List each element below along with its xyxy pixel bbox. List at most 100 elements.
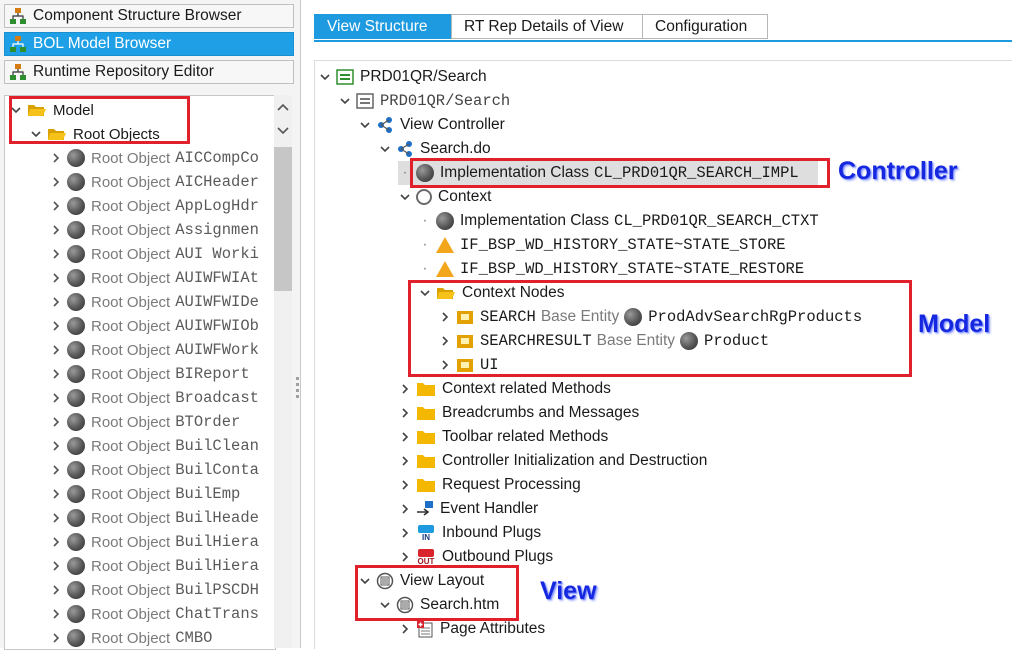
chevron-down-icon[interactable] bbox=[338, 94, 352, 108]
chevron-right-icon[interactable] bbox=[49, 511, 63, 525]
splitter-grip[interactable] bbox=[296, 389, 299, 392]
tab-label: View Structure bbox=[327, 17, 428, 35]
root-object-item[interactable]: Root Object BuilClean bbox=[49, 434, 259, 458]
folder-icon bbox=[417, 431, 435, 444]
root-object-item[interactable]: Root Object AppLogHdr bbox=[49, 194, 259, 218]
root-object-item[interactable]: Root Object BuilHiera bbox=[49, 554, 259, 578]
folder-icon bbox=[417, 455, 435, 468]
chevron-right-icon[interactable] bbox=[49, 487, 63, 501]
bol-model-browser-button[interactable]: BOL Model Browser bbox=[4, 32, 294, 56]
component-view-icon bbox=[336, 69, 354, 85]
root-object-item[interactable]: Root Object ChatTrans bbox=[49, 602, 259, 626]
chevron-right-icon[interactable] bbox=[398, 406, 412, 420]
chevron-right-icon[interactable] bbox=[49, 463, 63, 477]
chevron-down-icon[interactable] bbox=[398, 190, 412, 204]
highlight-box-controller bbox=[410, 158, 830, 188]
tree-node-folder[interactable]: Breadcrumbs and Messages bbox=[398, 401, 639, 425]
tab-configuration[interactable]: Configuration bbox=[642, 14, 768, 39]
component-structure-browser-button[interactable]: Component Structure Browser bbox=[4, 4, 294, 28]
root-object-item[interactable]: Root Object AUI Worki bbox=[49, 242, 259, 266]
root-object-item[interactable]: Root Object BuilConta bbox=[49, 458, 259, 482]
tree-node-root[interactable]: PRD01QR/Search bbox=[318, 65, 487, 89]
root-object-item[interactable]: Root Object CMBO bbox=[49, 626, 212, 649]
root-object-item[interactable]: Root Object AUIWFWIOb bbox=[49, 314, 259, 338]
tree-node-event-handler[interactable]: Event Handler bbox=[398, 497, 538, 521]
chevron-right-icon[interactable] bbox=[49, 247, 63, 261]
tree-node-folder[interactable]: Context related Methods bbox=[398, 377, 611, 401]
chevron-down-icon[interactable] bbox=[318, 70, 332, 84]
root-object-item[interactable]: Root Object AICCompCo bbox=[49, 146, 259, 170]
root-object-item[interactable]: Root Object AUIWFWIAt bbox=[49, 266, 259, 290]
splitter-grip[interactable] bbox=[296, 395, 299, 398]
chevron-right-icon[interactable] bbox=[49, 535, 63, 549]
chevron-right-icon[interactable] bbox=[398, 454, 412, 468]
chevron-right-icon[interactable] bbox=[49, 631, 63, 645]
chevron-right-icon[interactable] bbox=[49, 295, 63, 309]
chevron-right-icon[interactable] bbox=[49, 415, 63, 429]
root-object-item[interactable]: Root Object BuilEmp bbox=[49, 482, 240, 506]
root-object-icon bbox=[67, 629, 85, 647]
root-object-icon bbox=[67, 269, 85, 287]
context-label: Context bbox=[438, 188, 492, 205]
tab-rt-rep-details[interactable]: RT Rep Details of View bbox=[451, 14, 643, 39]
chevron-right-icon[interactable] bbox=[398, 550, 412, 564]
chevron-down-icon[interactable] bbox=[358, 118, 372, 132]
chevron-right-icon[interactable] bbox=[49, 199, 63, 213]
scrollbar-thumb[interactable] bbox=[274, 147, 292, 291]
chevron-right-icon[interactable] bbox=[398, 526, 412, 540]
chevron-right-icon[interactable] bbox=[49, 439, 63, 453]
tree-node-folder[interactable]: Request Processing bbox=[398, 473, 581, 497]
chevron-right-icon[interactable] bbox=[49, 391, 63, 405]
chevron-right-icon[interactable] bbox=[398, 622, 412, 636]
chevron-right-icon[interactable] bbox=[49, 271, 63, 285]
chevron-right-icon[interactable] bbox=[49, 151, 63, 165]
root-object-name: AUIWFWIAt bbox=[175, 269, 259, 287]
tree-node-context[interactable]: Context bbox=[398, 185, 491, 209]
root-object-item[interactable]: Root Object Broadcast bbox=[49, 386, 259, 410]
tree-node-inbound-plugs[interactable]: IN Inbound Plugs bbox=[398, 521, 541, 545]
root-object-item[interactable]: Root Object BuilHeade bbox=[49, 506, 259, 530]
leaf-dot-icon: · bbox=[422, 212, 428, 229]
tree-node-view-controller[interactable]: View Controller bbox=[358, 113, 505, 137]
tree-node-history-store[interactable]: · IF_BSP_WD_HISTORY_STATE~STATE_STORE bbox=[418, 233, 785, 257]
root-object-item[interactable]: Root Object Assignmen bbox=[49, 218, 259, 242]
runtime-repository-editor-button[interactable]: Runtime Repository Editor bbox=[4, 60, 294, 84]
chevron-right-icon[interactable] bbox=[49, 223, 63, 237]
chevron-right-icon[interactable] bbox=[398, 478, 412, 492]
chevron-right-icon[interactable] bbox=[49, 607, 63, 621]
root-object-prefix: Root Object bbox=[91, 221, 171, 239]
chevron-right-icon[interactable] bbox=[49, 319, 63, 333]
tree-node-folder[interactable]: Controller Initialization and Destructio… bbox=[398, 449, 707, 473]
root-object-item[interactable]: Root Object BuilPSCDH bbox=[49, 578, 259, 602]
root-object-name: AICCompCo bbox=[175, 149, 259, 167]
root-object-item[interactable]: Root Object AUIWFWork bbox=[49, 338, 259, 362]
tree-node-view[interactable]: PRD01QR/Search bbox=[338, 89, 510, 113]
root-object-item[interactable]: Root Object BTOrder bbox=[49, 410, 240, 434]
chevron-right-icon[interactable] bbox=[49, 175, 63, 189]
root-object-item[interactable]: Root Object BuilHiera bbox=[49, 530, 259, 554]
splitter-grip[interactable] bbox=[296, 383, 299, 386]
scroll-down-icon[interactable] bbox=[277, 127, 289, 135]
root-object-icon bbox=[67, 341, 85, 359]
root-object-item[interactable]: Root Object AUIWFWIDe bbox=[49, 290, 259, 314]
chevron-right-icon[interactable] bbox=[49, 367, 63, 381]
chevron-right-icon[interactable] bbox=[49, 583, 63, 597]
view-label: PRD01QR/Search bbox=[380, 92, 511, 110]
chevron-down-icon[interactable] bbox=[378, 142, 392, 156]
root-object-name: BuilConta bbox=[175, 461, 259, 479]
chevron-right-icon[interactable] bbox=[49, 343, 63, 357]
root-object-name: AUI Worki bbox=[175, 245, 259, 263]
chevron-right-icon[interactable] bbox=[398, 382, 412, 396]
chevron-right-icon[interactable] bbox=[398, 430, 412, 444]
scroll-up-icon[interactable] bbox=[277, 103, 289, 111]
root-object-prefix: Root Object bbox=[91, 413, 171, 431]
root-object-item[interactable]: Root Object BIReport bbox=[49, 362, 250, 386]
tree-node-folder[interactable]: Toolbar related Methods bbox=[398, 425, 608, 449]
root-object-item[interactable]: Root Object AICHeader bbox=[49, 170, 259, 194]
splitter-grip[interactable] bbox=[296, 377, 299, 380]
tab-view-structure[interactable]: View Structure bbox=[314, 14, 452, 39]
tree-node-history-restore[interactable]: · IF_BSP_WD_HISTORY_STATE~STATE_RESTORE bbox=[418, 257, 804, 281]
chevron-right-icon[interactable] bbox=[398, 502, 412, 516]
tree-node-context-class[interactable]: · Implementation Class CL_PRD01QR_SEARCH… bbox=[418, 209, 819, 233]
chevron-right-icon[interactable] bbox=[49, 559, 63, 573]
